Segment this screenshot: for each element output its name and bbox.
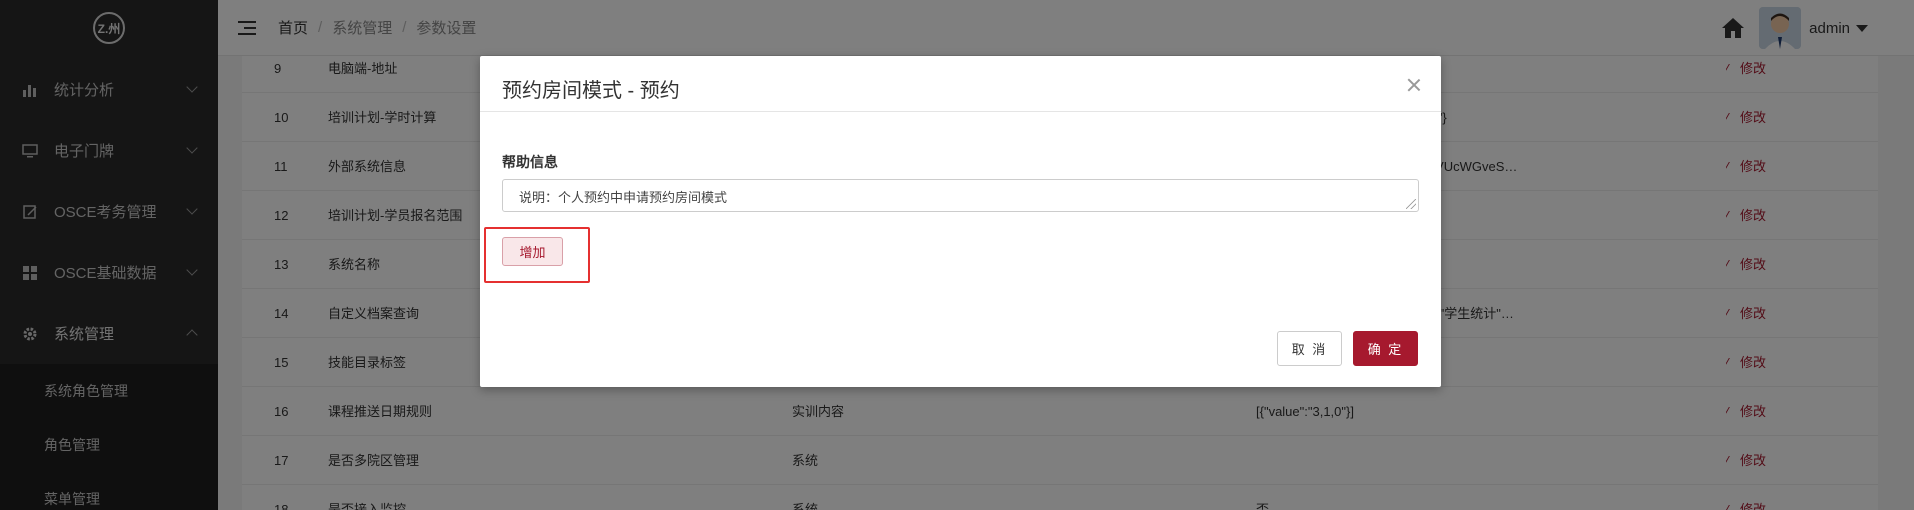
modal-title: 预约房间模式 - 预约 [502, 80, 680, 102]
help-info-textarea[interactable]: 说明：个人预约中申请预约房间模式 [502, 179, 1419, 212]
highlight-box [484, 227, 590, 283]
textarea-value: 说明：个人预约中申请预约房间模式 [519, 190, 728, 205]
resize-handle-icon[interactable] [1406, 199, 1416, 209]
help-info-label: 帮助信息 [502, 154, 558, 170]
modal-dialog: 预约房间模式 - 预约 帮助信息 说明：个人预约中申请预约房间模式 增加 取 消… [480, 56, 1441, 387]
cancel-button[interactable]: 取 消 [1277, 331, 1342, 366]
divider [480, 111, 1441, 112]
close-icon[interactable] [1407, 78, 1421, 92]
confirm-button[interactable]: 确 定 [1353, 331, 1418, 366]
